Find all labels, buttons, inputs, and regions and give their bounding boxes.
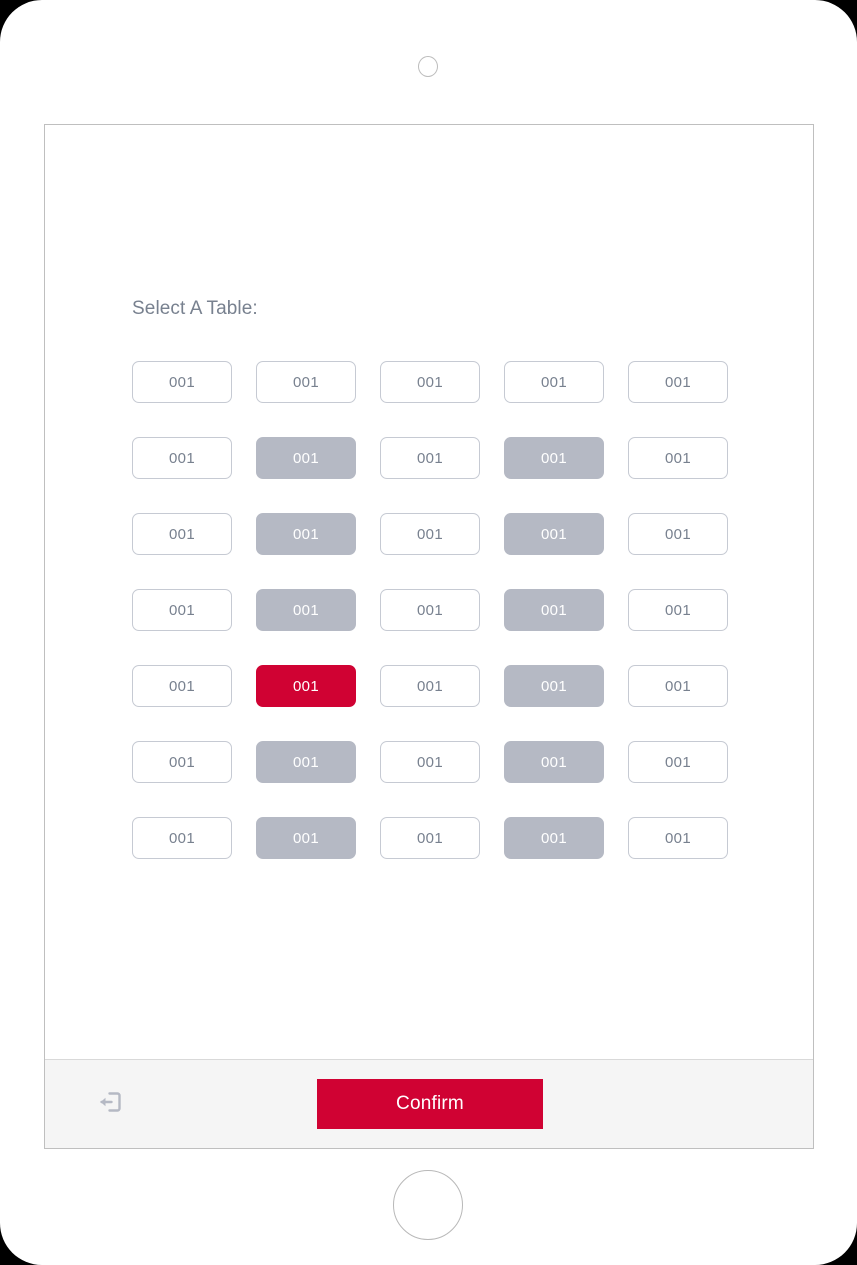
table-button[interactable]: 001 <box>504 741 604 783</box>
table-button[interactable]: 001 <box>380 665 480 707</box>
table-button[interactable]: 001 <box>132 817 232 859</box>
page-title: Select A Table: <box>132 298 258 319</box>
table-selection-grid: 001 001 001 001 001 001 001 001 001 001 001 001 001 0… <box>132 361 732 859</box>
table-button[interactable]: 001 <box>132 741 232 783</box>
table-button[interactable]: 001 <box>256 589 356 631</box>
table-button[interactable]: 001 <box>628 361 728 403</box>
table-button[interactable]: 001 <box>504 361 604 403</box>
table-button[interactable]: 001 <box>628 665 728 707</box>
table-button[interactable]: 001 <box>380 513 480 555</box>
table-button[interactable]: 001 <box>504 665 604 707</box>
table-button[interactable]: 001 <box>132 437 232 479</box>
table-button[interactable]: 001 <box>504 817 604 859</box>
table-button[interactable]: 001 <box>380 437 480 479</box>
tablet-device-frame: Select A Table: 001 001 001 001 001 001 001 001… <box>0 0 857 1265</box>
table-button[interactable]: 001 <box>256 665 356 707</box>
table-button[interactable]: 001 <box>628 817 728 859</box>
table-button[interactable]: 001 <box>504 513 604 555</box>
table-button[interactable]: 001 <box>504 437 604 479</box>
confirm-button[interactable]: Confirm <box>317 1079 543 1129</box>
table-button[interactable]: 001 <box>256 741 356 783</box>
table-button[interactable]: 001 <box>628 513 728 555</box>
app-footer: Confirm <box>45 1059 813 1148</box>
table-button[interactable]: 001 <box>628 437 728 479</box>
table-button[interactable]: 001 <box>256 817 356 859</box>
table-button[interactable]: 001 <box>380 589 480 631</box>
table-button[interactable]: 001 <box>628 589 728 631</box>
logout-icon <box>95 1087 125 1122</box>
table-button[interactable]: 001 <box>132 665 232 707</box>
table-button[interactable]: 001 <box>380 817 480 859</box>
table-button[interactable]: 001 <box>132 513 232 555</box>
table-button[interactable]: 001 <box>380 361 480 403</box>
table-button[interactable]: 001 <box>504 589 604 631</box>
logout-button[interactable] <box>88 1082 132 1126</box>
table-button[interactable]: 001 <box>132 589 232 631</box>
home-button-icon[interactable] <box>393 1170 463 1240</box>
table-button[interactable]: 001 <box>256 437 356 479</box>
table-button[interactable]: 001 <box>628 741 728 783</box>
table-button[interactable]: 001 <box>256 513 356 555</box>
table-button[interactable]: 001 <box>132 361 232 403</box>
app-content-area: Select A Table: 001 001 001 001 001 001 001 001… <box>45 125 813 1059</box>
camera-dot-icon <box>418 56 438 77</box>
table-button[interactable]: 001 <box>380 741 480 783</box>
app-panel: Select A Table: 001 001 001 001 001 001 001 001… <box>44 124 814 1149</box>
table-button[interactable]: 001 <box>256 361 356 403</box>
